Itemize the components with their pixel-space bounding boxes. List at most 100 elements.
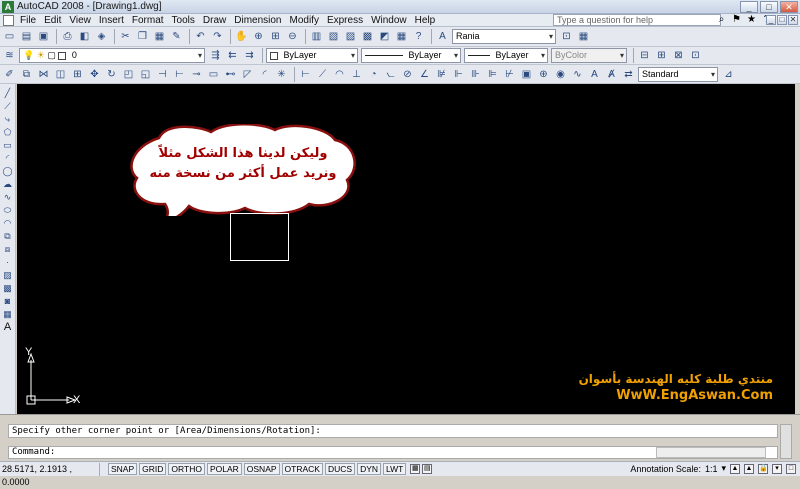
table-style-icon[interactable]: ▦ — [576, 29, 591, 44]
menu-format[interactable]: Format — [130, 15, 170, 26]
help-icon[interactable]: ? — [411, 29, 426, 44]
paste-icon[interactable]: ▦ — [152, 29, 167, 44]
ellipse-icon[interactable]: ⬭ — [1, 204, 14, 216]
copy-icon[interactable]: ❐ — [135, 29, 150, 44]
menu-draw[interactable]: Draw — [201, 15, 232, 26]
extend-icon[interactable]: ⊢ — [172, 67, 187, 82]
snap-toggle[interactable]: SNAP — [108, 463, 138, 475]
pan-icon[interactable]: ✋ — [234, 29, 249, 44]
publish-icon[interactable]: ◈ — [94, 29, 109, 44]
construction-line-icon[interactable]: ⟋ — [1, 100, 14, 112]
ducs-toggle[interactable]: DUCS — [324, 463, 356, 475]
layer-manager-icon[interactable]: ≋ — [2, 48, 17, 63]
revcloud-icon[interactable]: ☁ — [1, 178, 14, 190]
move-icon[interactable]: ✥ — [87, 67, 102, 82]
minimize-button[interactable]: _ — [740, 1, 758, 13]
stretch-icon[interactable]: ◱ — [138, 67, 153, 82]
break-icon[interactable]: ▭ — [206, 67, 221, 82]
scale-icon[interactable]: ◰ — [121, 67, 136, 82]
communication-center-icon[interactable]: ⚑ — [731, 14, 742, 25]
command-scrollbar[interactable] — [780, 424, 792, 459]
text-style-select[interactable]: Rania ▾ — [452, 29, 556, 44]
jogged-dimension-icon[interactable]: ⦦ — [383, 67, 398, 82]
dimension-edit-icon[interactable]: A — [587, 67, 602, 82]
help-search-input[interactable]: Type a question for help — [553, 14, 721, 26]
menu-insert[interactable]: Insert — [97, 15, 130, 26]
lineweight-select[interactable]: ByLayer ▾ — [464, 48, 548, 63]
toolpalettes-icon[interactable]: ▨ — [343, 29, 358, 44]
quickcalc-icon[interactable]: ▦ — [394, 29, 409, 44]
document-icon[interactable] — [3, 14, 14, 26]
aligned-dimension-icon[interactable]: ⟋ — [315, 67, 330, 82]
drawing-canvas[interactable]: وليكن لدينا هذا الشكل مثلاً ونريد عمل أك… — [17, 84, 795, 414]
polar-toggle[interactable]: POLAR — [206, 463, 242, 475]
fillet-icon[interactable]: ◜ — [257, 67, 272, 82]
menu-modify[interactable]: Modify — [288, 15, 325, 26]
make-object-layer-current-icon[interactable]: ⇶ — [208, 48, 223, 63]
close-button[interactable]: ✕ — [780, 1, 798, 13]
clean-screen-icon[interactable]: □ — [786, 463, 796, 474]
layer-states-icon[interactable]: ⇉ — [242, 48, 257, 63]
ortho-toolbar-icon[interactable]: ⊞ — [654, 48, 669, 63]
plotstyle-select[interactable]: ByColor ▾ — [551, 48, 627, 63]
region-icon[interactable]: ◙ — [1, 295, 14, 307]
designcenter-icon[interactable]: ▧ — [326, 29, 341, 44]
dimension-update-icon[interactable]: ⇄ — [621, 67, 636, 82]
lwt-toggle[interactable]: LWT — [383, 463, 407, 475]
rectangle-icon[interactable]: ▭ — [1, 139, 14, 151]
markup-icon[interactable]: ◩ — [377, 29, 392, 44]
arc-icon[interactable]: ◜ — [1, 152, 14, 164]
dimension-style-select[interactable]: Standard ▾ — [638, 66, 718, 82]
cut-icon[interactable]: ✂ — [118, 29, 133, 44]
doc-restore-button[interactable]: □ — [777, 15, 787, 25]
properties-icon[interactable]: ▥ — [309, 29, 324, 44]
horizontal-scrollbar[interactable] — [656, 447, 766, 458]
sheetset-icon[interactable]: ▩ — [360, 29, 375, 44]
matchprop-icon[interactable]: ✎ — [169, 29, 184, 44]
make-block-icon[interactable]: ⧈ — [1, 243, 14, 255]
hatch-icon[interactable]: ▨ — [1, 269, 14, 281]
explode-icon[interactable]: ✳ — [274, 67, 289, 82]
text-style-manager-icon[interactable]: A — [435, 29, 450, 44]
continue-dimension-icon[interactable]: ⊪ — [468, 67, 483, 82]
layer-select[interactable]: 💡 ☀ ▢ 0 ▾ — [19, 48, 205, 63]
spline-icon[interactable]: ∿ — [1, 191, 14, 203]
center-mark-icon[interactable]: ⊕ — [536, 67, 551, 82]
menu-view[interactable]: View — [67, 15, 97, 26]
quick-dimension-icon[interactable]: ⊯ — [434, 67, 449, 82]
circle-icon[interactable]: ◯ — [1, 165, 14, 177]
print-icon[interactable]: ⎙ — [60, 29, 75, 44]
polygon-icon[interactable]: ⬠ — [1, 126, 14, 138]
auto-scale-icon[interactable]: ▲ — [744, 463, 754, 474]
tolerance-icon[interactable]: ▣ — [519, 67, 534, 82]
inspection-icon[interactable]: ◉ — [553, 67, 568, 82]
model-space-icon[interactable]: ▦ — [410, 464, 421, 474]
zoom-realtime-icon[interactable]: ⊕ — [251, 29, 266, 44]
ortho-toggle[interactable]: ORTHO — [168, 463, 205, 475]
rotate-icon[interactable]: ↻ — [104, 67, 119, 82]
linear-dimension-icon[interactable]: ⊢ — [298, 67, 313, 82]
menu-help[interactable]: Help — [413, 15, 442, 26]
undo-icon[interactable]: ↶ — [193, 29, 208, 44]
arc-length-icon[interactable]: ◠ — [332, 67, 347, 82]
baseline-dimension-icon[interactable]: ⊩ — [451, 67, 466, 82]
autocad-app-icon[interactable]: A — [2, 0, 14, 13]
mirror-icon[interactable]: ⋈ — [36, 67, 51, 82]
table-icon[interactable]: ▦ — [1, 308, 14, 320]
gradient-icon[interactable]: ▩ — [1, 282, 14, 294]
lock-icon[interactable]: 🔒 — [758, 463, 768, 474]
dimension-style-icon[interactable]: ⊿ — [721, 67, 736, 82]
zoom-window-icon[interactable]: ⊞ — [268, 29, 283, 44]
menu-dimension[interactable]: Dimension — [232, 15, 287, 26]
point-icon[interactable]: · — [1, 256, 14, 268]
drawn-rectangle[interactable] — [230, 213, 289, 261]
grid-toggle[interactable]: GRID — [139, 463, 167, 475]
menu-edit[interactable]: Edit — [42, 15, 67, 26]
search-icon[interactable]: ⌕ — [716, 14, 727, 25]
annotation-scale-value[interactable]: 1:1 — [705, 464, 718, 474]
dimension-break-icon[interactable]: ⊬ — [502, 67, 517, 82]
doc-close-button[interactable]: ✕ — [788, 15, 798, 25]
diameter-dimension-icon[interactable]: ⊘ — [400, 67, 415, 82]
trim-icon[interactable]: ⊣ — [155, 67, 170, 82]
jogged-linear-icon[interactable]: ∿ — [570, 67, 585, 82]
